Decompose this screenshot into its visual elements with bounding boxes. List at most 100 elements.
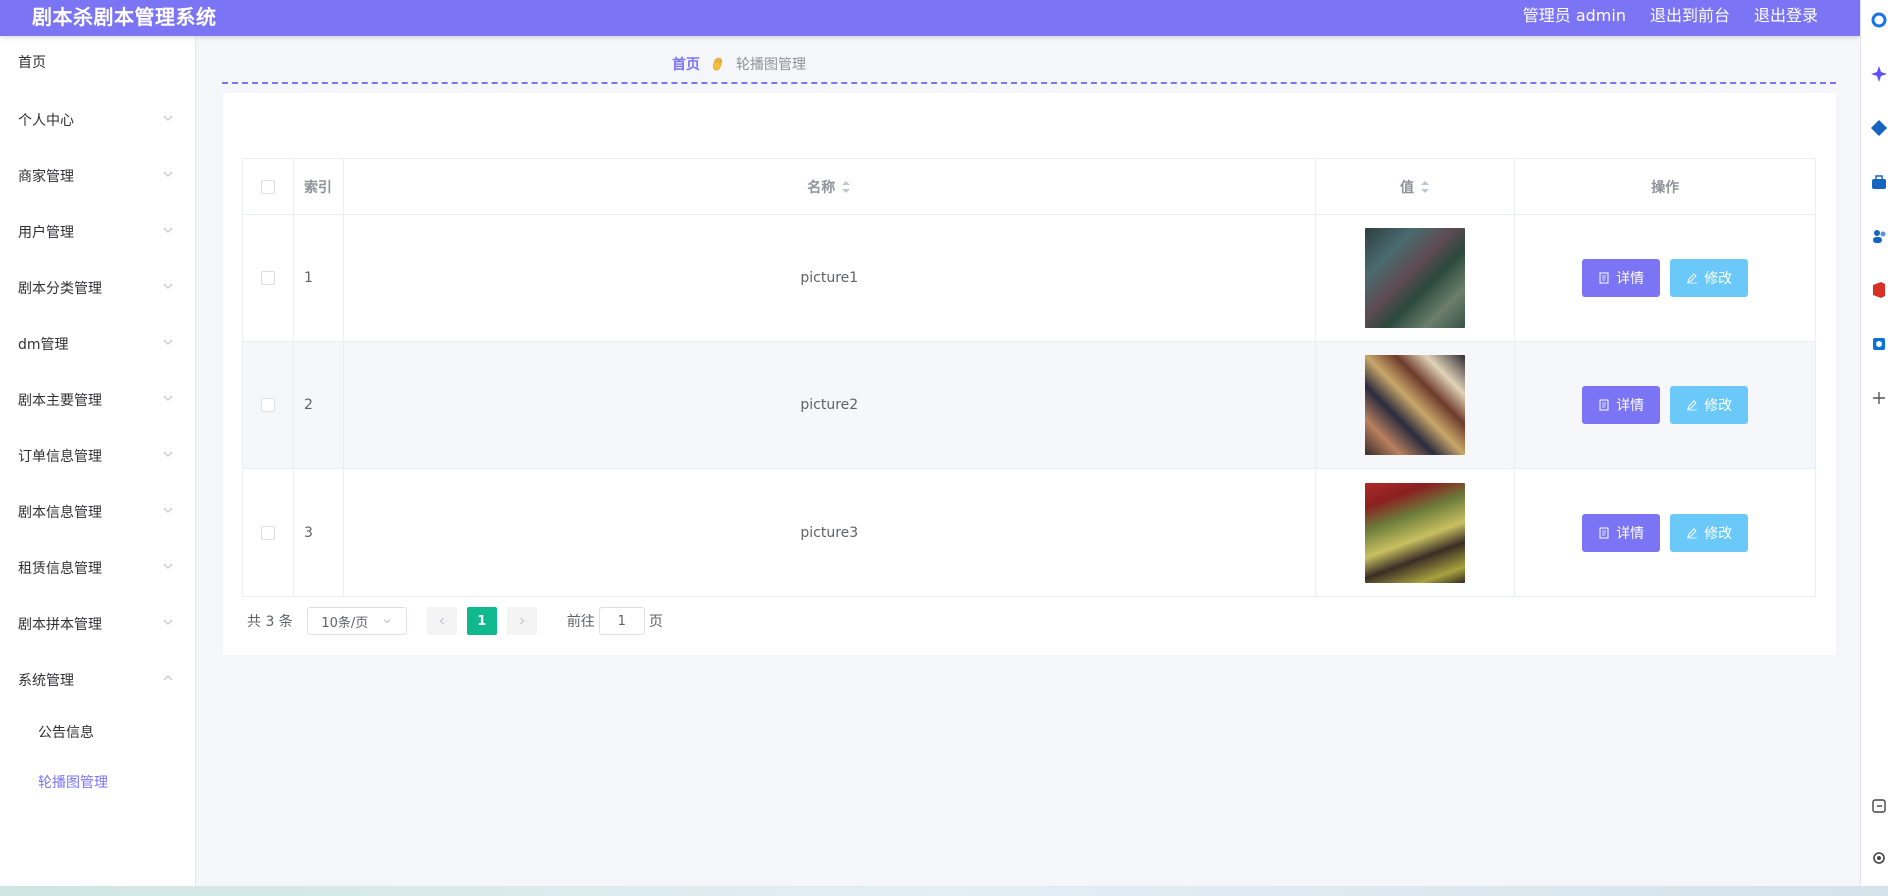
select-all-checkbox[interactable] <box>260 179 275 194</box>
chevron-down-icon <box>163 619 173 625</box>
diamond-icon[interactable] <box>1869 118 1888 138</box>
row-actions-cell: 详情 修改 <box>1515 215 1815 341</box>
row-check-cell <box>243 342 294 468</box>
sidebar-toggle-icon[interactable] <box>1869 796 1888 816</box>
next-page-button[interactable] <box>506 607 537 635</box>
row-actions-cell: 详情 修改 <box>1515 469 1815 596</box>
page-size-select[interactable]: 10条/页 <box>306 607 407 635</box>
sidebar-item-orders[interactable]: 订单信息管理 <box>0 434 196 478</box>
app-title: 剧本杀剧本管理系统 <box>32 5 217 29</box>
sidebar-item-group-script[interactable]: 剧本拼本管理 <box>0 602 196 646</box>
header-name-cell[interactable]: 名称 <box>344 159 1316 214</box>
edit-button[interactable]: 修改 <box>1670 513 1749 552</box>
people-icon[interactable] <box>1869 226 1888 246</box>
breadcrumb-home[interactable]: 首页 <box>672 54 700 74</box>
document-icon <box>1599 272 1609 284</box>
chevron-left-icon <box>439 617 444 625</box>
header-index-cell: 索引 <box>294 159 344 214</box>
sidebar-item-dm[interactable]: dm管理 <box>0 322 196 366</box>
carousel-image-thumbnail[interactable] <box>1365 482 1466 583</box>
sidebar-item-home[interactable]: 首页 <box>0 40 196 84</box>
chevron-down-icon <box>163 115 173 121</box>
header-value-cell[interactable]: 值 <box>1316 159 1516 214</box>
plus-icon[interactable] <box>1869 388 1888 408</box>
prev-page-button[interactable] <box>426 607 457 635</box>
briefcase-icon[interactable] <box>1869 172 1888 192</box>
chevron-down-icon <box>163 507 173 513</box>
hand-wave-icon <box>713 57 723 71</box>
table-header-row: 索引 名称 值 操作 <box>243 159 1815 215</box>
row-actions-cell: 详情 修改 <box>1515 342 1815 468</box>
detail-button[interactable]: 详情 <box>1582 513 1661 552</box>
chevron-down-icon <box>163 171 173 177</box>
row-name-cell: picture3 <box>344 469 1316 596</box>
edit-icon <box>1687 273 1698 284</box>
logout-link[interactable]: 退出登录 <box>1754 4 1818 28</box>
table-row: 3 picture3 详情 修改 <box>243 469 1815 596</box>
goto-suffix: 页 <box>648 614 663 630</box>
front-link[interactable]: 退出到前台 <box>1650 4 1730 28</box>
page-number-active[interactable]: 1 <box>466 607 497 635</box>
sidebar-item-script-info[interactable]: 剧本信息管理 <box>0 490 196 534</box>
sidebar-subitem-carousel[interactable]: 轮播图管理 <box>0 760 196 804</box>
outlook-icon[interactable] <box>1869 334 1888 354</box>
sidebar-item-label: 租赁信息管理 <box>18 561 102 577</box>
office-icon[interactable] <box>1869 280 1888 300</box>
row-checkbox[interactable] <box>260 398 275 412</box>
carousel-image-thumbnail[interactable] <box>1365 228 1466 328</box>
table-row: 2 picture2 详情 修改 <box>243 342 1815 469</box>
edit-button-label: 修改 <box>1704 525 1733 542</box>
chevron-down-icon <box>163 563 173 569</box>
admin-label: 管理员 admin <box>1522 6 1626 25</box>
header-actions-cell: 操作 <box>1515 159 1815 214</box>
chevron-down-icon <box>163 227 173 233</box>
edit-button-label: 修改 <box>1704 398 1733 414</box>
row-name-cell: picture1 <box>344 215 1316 341</box>
sidebar-subitem-notice[interactable]: 公告信息 <box>0 710 196 754</box>
chevron-down-icon <box>163 339 173 345</box>
detail-button[interactable]: 详情 <box>1582 386 1661 424</box>
sidebar-item-users[interactable]: 用户管理 <box>0 210 196 254</box>
sidebar-item-system[interactable]: 系统管理 <box>0 658 196 702</box>
sort-icon[interactable] <box>841 179 851 195</box>
sidebar-item-label: 剧本主要管理 <box>18 393 102 409</box>
sidebar-item-merchant[interactable]: 商家管理 <box>0 154 196 198</box>
sort-icon[interactable] <box>1420 179 1430 195</box>
breadcrumb: 首页 轮播图管理 <box>672 54 806 74</box>
sidebar-item-label: 首页 <box>18 55 46 71</box>
sidebar-item-profile[interactable]: 个人中心 <box>0 98 196 142</box>
edit-button[interactable]: 修改 <box>1670 386 1749 424</box>
sidebar-item-script-category[interactable]: 剧本分类管理 <box>0 266 196 310</box>
edit-button[interactable]: 修改 <box>1670 259 1749 297</box>
row-name-cell: picture2 <box>344 342 1316 468</box>
detail-button-label: 详情 <box>1616 398 1645 414</box>
goto-page-input[interactable]: 1 <box>598 607 645 635</box>
column-header-name: 名称 <box>807 179 836 196</box>
row-name: picture3 <box>800 524 859 541</box>
chevron-down-icon <box>163 451 173 457</box>
carousel-image-thumbnail[interactable] <box>1365 355 1466 455</box>
row-checkbox[interactable] <box>260 525 275 540</box>
row-index: 1 <box>303 270 313 286</box>
sidebar-item-rental[interactable]: 租赁信息管理 <box>0 546 196 590</box>
breadcrumb-current: 轮播图管理 <box>736 57 806 73</box>
row-name: picture2 <box>800 397 859 413</box>
edit-icon <box>1687 400 1698 411</box>
gear-icon[interactable] <box>1869 848 1888 868</box>
document-icon <box>1599 399 1609 411</box>
sparkle-icon[interactable] <box>1869 64 1888 84</box>
sidebar-item-label: dm管理 <box>18 337 69 353</box>
row-checkbox[interactable] <box>260 271 275 285</box>
sidebar-item-label: 剧本信息管理 <box>18 505 102 521</box>
sidebar-item-label: 订单信息管理 <box>18 449 102 465</box>
search-icon[interactable] <box>1869 10 1888 30</box>
row-index-cell: 1 <box>294 215 344 341</box>
sidebar-item-script-main[interactable]: 剧本主要管理 <box>0 378 196 422</box>
detail-button[interactable]: 详情 <box>1582 259 1661 297</box>
table-row: 1 picture1 详情 修改 <box>243 215 1815 342</box>
sidebar-subitem-label: 公告信息 <box>38 725 94 741</box>
row-index: 3 <box>303 524 313 541</box>
detail-button-label: 详情 <box>1616 525 1645 542</box>
goto-prefix: 前往 <box>566 614 595 630</box>
header-check-cell <box>243 159 294 214</box>
